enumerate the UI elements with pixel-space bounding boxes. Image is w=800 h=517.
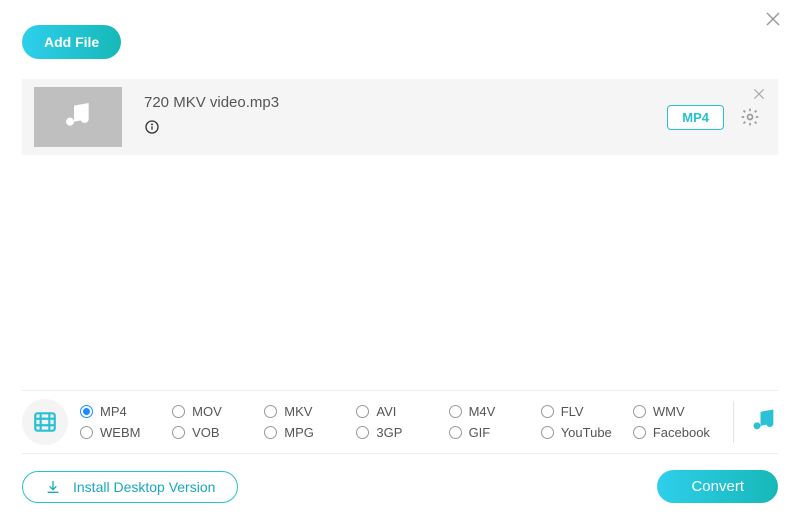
- radio-icon: [449, 426, 462, 439]
- format-option-label: 3GP: [376, 425, 402, 440]
- format-option-youtube[interactable]: YouTube: [541, 425, 633, 440]
- radio-icon: [356, 426, 369, 439]
- audio-category-icon[interactable]: [750, 406, 778, 439]
- format-option-label: VOB: [192, 425, 219, 440]
- format-option-label: WMV: [653, 404, 685, 419]
- add-file-button[interactable]: Add File: [22, 25, 121, 59]
- install-desktop-button[interactable]: Install Desktop Version: [22, 471, 238, 503]
- radio-icon: [264, 426, 277, 439]
- format-option-mkv[interactable]: MKV: [264, 404, 356, 419]
- format-option-label: MP4: [100, 404, 127, 419]
- format-option-webm[interactable]: WEBM: [80, 425, 172, 440]
- format-option-label: AVI: [376, 404, 396, 419]
- format-option-mp4[interactable]: MP4: [80, 404, 172, 419]
- file-name-label: 720 MKV video.mp3: [144, 94, 667, 111]
- convert-button[interactable]: Convert: [657, 470, 778, 503]
- radio-icon: [633, 405, 646, 418]
- video-category-icon[interactable]: [22, 399, 68, 445]
- format-option-facebook[interactable]: Facebook: [633, 425, 725, 440]
- footer-bar: Install Desktop Version Convert: [22, 470, 778, 503]
- remove-file-icon[interactable]: [752, 87, 766, 106]
- format-selection-bar: MP4 MOV MKV AVI M4V FLV WMV WEBM VOB MPG 3GP GIF You…: [22, 390, 778, 454]
- format-option-avi[interactable]: AVI: [356, 404, 448, 419]
- format-option-vob[interactable]: VOB: [172, 425, 264, 440]
- info-icon[interactable]: [144, 119, 160, 135]
- format-option-label: MKV: [284, 404, 312, 419]
- file-thumbnail: [34, 87, 122, 147]
- format-option-label: M4V: [469, 404, 496, 419]
- format-option-flv[interactable]: FLV: [541, 404, 633, 419]
- radio-icon: [80, 426, 93, 439]
- install-desktop-label: Install Desktop Version: [73, 479, 215, 495]
- divider: [733, 401, 734, 443]
- radio-icon: [264, 405, 277, 418]
- radio-icon: [172, 405, 185, 418]
- download-icon: [45, 479, 61, 495]
- file-list-item: 720 MKV video.mp3 MP4: [22, 79, 778, 155]
- radio-icon: [80, 405, 93, 418]
- radio-icon: [541, 426, 554, 439]
- format-option-label: WEBM: [100, 425, 140, 440]
- format-option-3gp[interactable]: 3GP: [356, 425, 448, 440]
- radio-icon: [633, 426, 646, 439]
- close-icon[interactable]: [764, 10, 782, 33]
- format-option-mov[interactable]: MOV: [172, 404, 264, 419]
- radio-icon: [172, 426, 185, 439]
- format-option-gif[interactable]: GIF: [449, 425, 541, 440]
- format-option-mpg[interactable]: MPG: [264, 425, 356, 440]
- format-option-m4v[interactable]: M4V: [449, 404, 541, 419]
- radio-icon: [449, 405, 462, 418]
- format-option-wmv[interactable]: WMV: [633, 404, 725, 419]
- radio-icon: [356, 405, 369, 418]
- output-format-badge[interactable]: MP4: [667, 105, 724, 130]
- format-option-label: MOV: [192, 404, 222, 419]
- music-note-icon: [62, 99, 94, 136]
- gear-icon[interactable]: [740, 107, 760, 127]
- format-option-label: GIF: [469, 425, 491, 440]
- format-option-label: MPG: [284, 425, 314, 440]
- format-option-label: YouTube: [561, 425, 612, 440]
- radio-icon: [541, 405, 554, 418]
- format-option-label: Facebook: [653, 425, 710, 440]
- format-option-label: FLV: [561, 404, 584, 419]
